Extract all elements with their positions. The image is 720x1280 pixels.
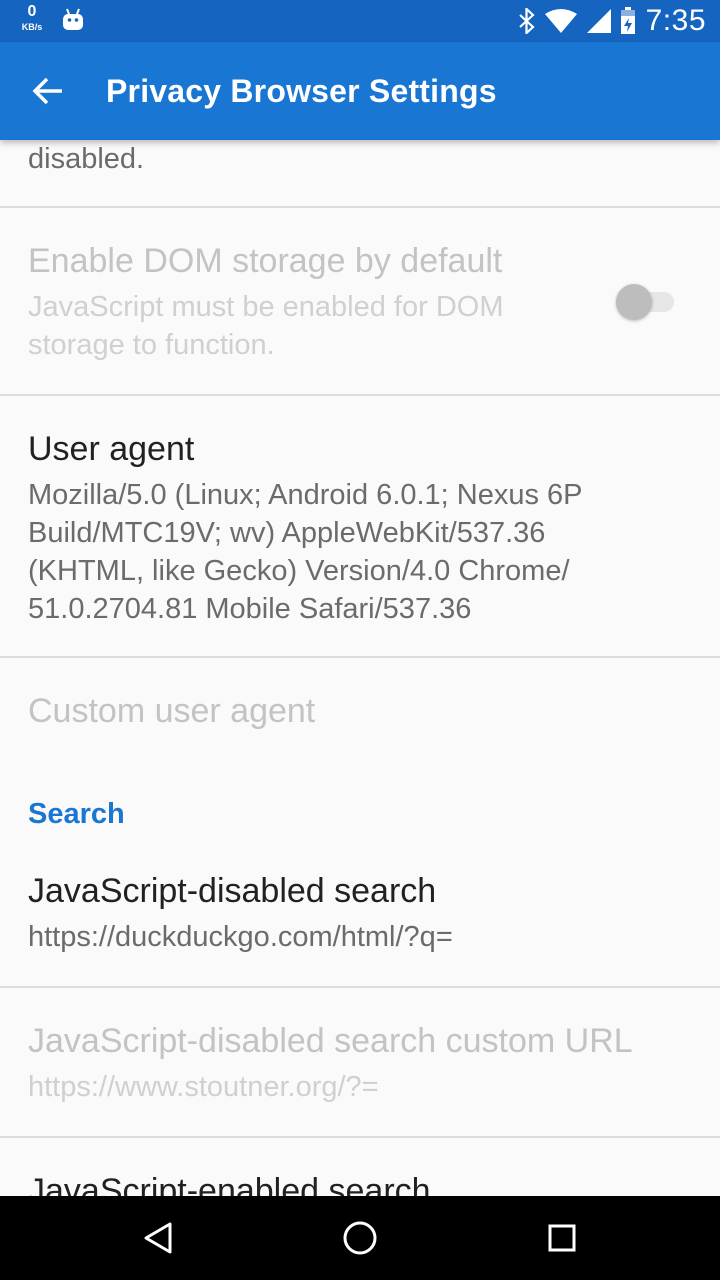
cell-signal-icon [586, 8, 612, 34]
pref-js-disabled-search-custom-url: JavaScript-disabled search custom URL ht… [0, 988, 720, 1136]
pref-user-agent-summary: Mozilla/5.0 (Linux; Android 6.0.1; Nexus… [28, 479, 583, 625]
wifi-icon [544, 8, 578, 34]
pref-js-disabled-search-summary: https://duckduckgo.com/html/?q= [28, 921, 453, 953]
back-triangle-icon[interactable] [136, 1216, 180, 1260]
pref-js-enabled-search[interactable]: JavaScript-enabled search [0, 1138, 720, 1196]
pref-custom-user-agent-title: Custom user agent [28, 692, 316, 730]
network-speed: 0 KB/s [18, 4, 46, 32]
settings-list[interactable]: disabled. Enable DOM storage by default … [0, 140, 720, 1196]
pref-js-disabled-search-custom-url-title: JavaScript-disabled search custom URL [28, 1022, 633, 1060]
app-bar: Privacy Browser Settings [0, 42, 720, 140]
bluetooth-icon [518, 8, 536, 34]
pref-partial-item[interactable]: disabled. [0, 140, 720, 206]
pref-dom-storage-title: Enable DOM storage by default [28, 242, 503, 280]
pref-dom-storage-summary: JavaScript must be enabled for DOM stora… [28, 291, 504, 361]
pref-js-enabled-search-title: JavaScript-enabled search [28, 1172, 431, 1196]
network-speed-unit: KB/s [21, 22, 43, 32]
battery-charging-icon [620, 7, 636, 35]
pref-partial-summary: disabled. [28, 143, 145, 175]
status-bar: 0 KB/s 7:35 [0, 0, 720, 42]
switch-thumb [616, 284, 652, 320]
home-circle-icon[interactable] [338, 1216, 382, 1260]
navigation-bar [0, 1196, 720, 1280]
pref-js-disabled-search[interactable]: JavaScript-disabled search https://duckd… [0, 852, 720, 986]
android-icon [62, 8, 84, 37]
pref-js-disabled-search-custom-url-summary: https://www.stoutner.org/?= [28, 1071, 379, 1103]
recents-square-icon[interactable] [540, 1216, 584, 1260]
pref-custom-user-agent: Custom user agent [0, 658, 720, 788]
category-search: Search [28, 798, 125, 830]
dom-storage-switch [616, 282, 674, 320]
arrow-back-icon[interactable] [30, 72, 68, 110]
pref-user-agent-title: User agent [28, 430, 195, 468]
pref-dom-storage: Enable DOM storage by default JavaScript… [0, 208, 720, 394]
network-speed-value: 0 [27, 3, 37, 20]
pref-user-agent[interactable]: User agent Mozilla/5.0 (Linux; Android 6… [0, 396, 720, 656]
pref-js-disabled-search-title: JavaScript-disabled search [28, 872, 437, 910]
status-time: 7:35 [645, 4, 706, 37]
page-title: Privacy Browser Settings [106, 73, 497, 109]
